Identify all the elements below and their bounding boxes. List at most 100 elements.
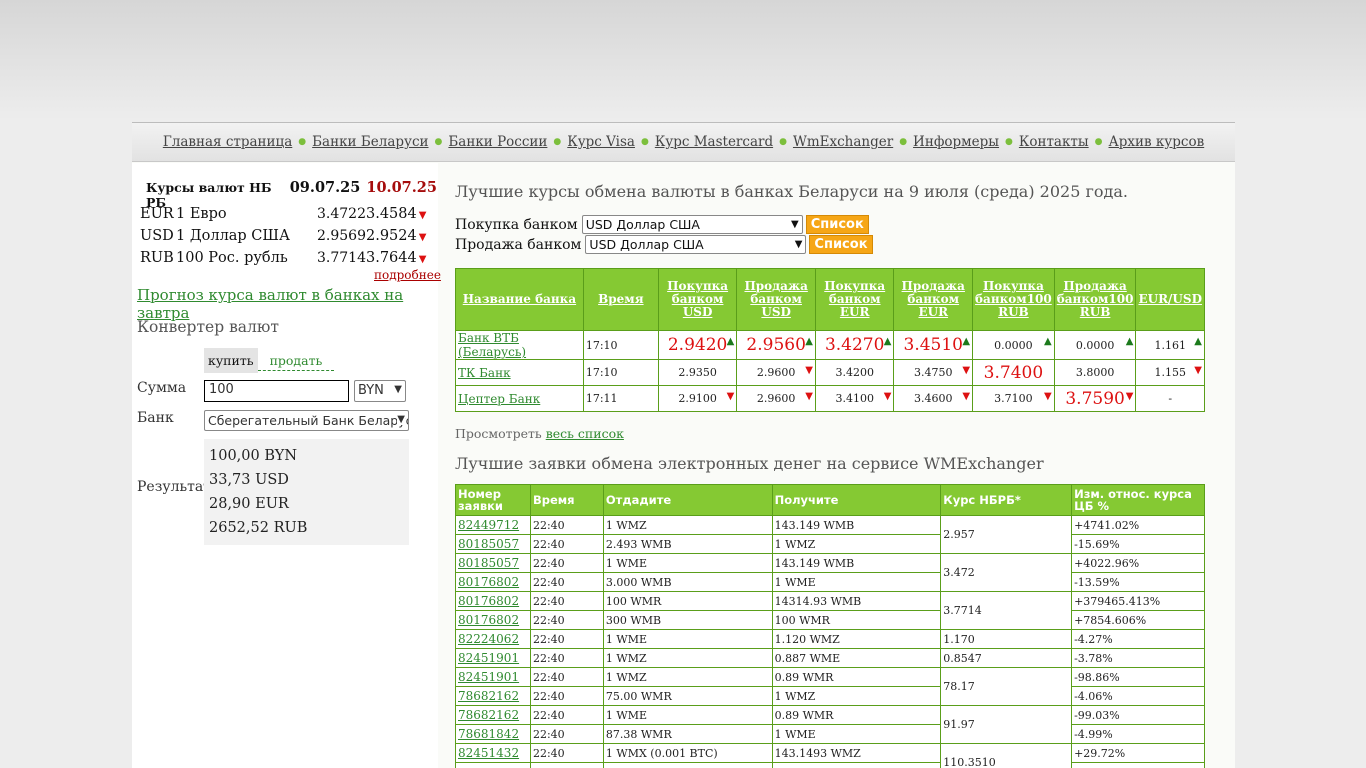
rate-cell: 2.9100 ▼ (657, 385, 738, 412)
tab-sell[interactable]: продать (257, 352, 335, 371)
time-cell: 22:40 (529, 572, 604, 592)
chevron-down-icon: ▼ (394, 384, 402, 395)
bank-link[interactable]: ТК Банк (458, 366, 511, 380)
nbrb-value-next: 3.7644 ▼ (366, 250, 426, 266)
order-link[interactable]: 82449712 (458, 518, 519, 532)
order-id-cell: 82451432 (455, 743, 531, 763)
rate-value: 2.9560 (746, 335, 806, 355)
order-link[interactable]: 82451432 (458, 746, 519, 760)
forecast-link[interactable]: Прогноз курса валют в банках на завтра (137, 286, 438, 322)
nbrb-rate-cell: 2.957 (940, 515, 1073, 554)
order-link[interactable]: 78681842 (458, 727, 519, 741)
arrow-up-icon: ▲ (1125, 336, 1134, 347)
nav-link[interactable]: Курс Mastercard (655, 134, 773, 150)
nav-link[interactable]: Главная страница (163, 134, 292, 150)
order-link[interactable]: 80176802 (458, 594, 519, 608)
arrow-down-icon: ▼ (962, 391, 971, 402)
time-cell: 22:40 (529, 610, 604, 630)
give-cell: 87.38 WMR (602, 724, 773, 744)
sell-list-button[interactable]: Список (809, 235, 873, 254)
buy-list-button[interactable]: Список (805, 215, 869, 234)
nbrb-rate-cell: 110.3510 (940, 743, 1073, 768)
view-all-link[interactable]: весь список (546, 426, 624, 441)
rates-column-header[interactable]: Время (582, 268, 659, 331)
arrow-down-icon: ▼ (726, 391, 735, 402)
rates-column-header[interactable]: Продажа банком USD (736, 268, 816, 331)
change-cell: -4.06% (1071, 686, 1205, 706)
currency-select[interactable]: BYN ▼ (354, 380, 406, 402)
amount-input[interactable]: 100 (204, 380, 349, 402)
wm-exchange-table: Номер заявки Время Отдадите Получите Курс НБ… (455, 484, 1205, 768)
nbrb-row: RUB 100 Рос. рубль 3.7714 3.7644 ▼ (137, 247, 437, 269)
buy-currency-value: USD Доллар США (585, 217, 700, 232)
page-title: Лучшие курсы обмена валюты в банках Бела… (455, 182, 1128, 201)
buy-currency-select[interactable]: USD Доллар США ▼ (581, 215, 803, 234)
arrow-down-icon: ▼ (418, 232, 427, 243)
nav-link[interactable]: WmExchanger (793, 134, 893, 150)
nbrb-more-link[interactable]: подробнее (374, 268, 441, 282)
nav-separator-dot: ● (553, 137, 562, 147)
nbrb-value-next: 2.9524 ▼ (366, 228, 426, 244)
nav-link[interactable]: Информеры (913, 134, 999, 150)
time-cell: 22:40 (529, 743, 604, 763)
tab-buy[interactable]: купить (204, 348, 258, 373)
rates-column-header[interactable]: Покупка банком USD (657, 268, 738, 331)
get-cell: 14314.93 WMB (771, 591, 942, 611)
order-link[interactable]: 78682162 (458, 689, 519, 703)
nbrb-code: RUB (140, 250, 174, 266)
give-cell: 1 WMZ (602, 667, 773, 687)
change-cell: -3.78% (1071, 648, 1205, 668)
nav-link[interactable]: Курс Visa (567, 134, 635, 150)
change-cell: +379465.413% (1071, 591, 1205, 611)
time-cell: 22:40 (529, 648, 604, 668)
rate-cell: 3.4270 ▲ (814, 330, 895, 360)
order-link[interactable]: 82224062 (458, 632, 519, 646)
rate-value: - (1168, 392, 1173, 405)
rates-column-header[interactable]: EUR/USD (1135, 268, 1205, 331)
result-eur: 28,90 EUR (209, 496, 289, 512)
order-id-cell (455, 762, 531, 768)
nav-link[interactable]: Контакты (1019, 134, 1089, 150)
order-id-cell: 80176802 (455, 610, 531, 630)
order-link[interactable]: 80185057 (458, 537, 519, 551)
table-row: 80176802 22:40 3.000 WMB 1 WME -13.59% (455, 572, 1205, 592)
rates-column-header[interactable]: Покупка банком EUR (814, 268, 895, 331)
bank-link[interactable]: Цептер Банк (458, 392, 540, 406)
order-link[interactable]: 80176802 (458, 575, 519, 589)
order-link[interactable]: 78682162 (458, 708, 519, 722)
time-cell: 22:40 (529, 629, 604, 649)
give-cell: 1 WMZ (602, 515, 773, 535)
rate-cell: 0.0000 ▲ (1053, 330, 1137, 360)
time-cell: 22:40 (529, 724, 604, 744)
rates-column-header[interactable]: Покупка банком100 RUB (972, 268, 1055, 331)
result-rub: 2652,52 RUB (209, 520, 308, 536)
get-cell: 1 WME (771, 572, 942, 592)
rates-column-header[interactable]: Название банка (455, 268, 584, 331)
order-link[interactable]: 80176802 (458, 613, 519, 627)
get-cell: 100 WMR (771, 610, 942, 630)
give-cell: 300 WMB (602, 610, 773, 630)
order-link[interactable]: 82451901 (458, 670, 519, 684)
give-cell: 1 WMZ (602, 648, 773, 668)
nav-link[interactable]: Банки России (448, 134, 547, 150)
give-cell: 100 WMR (602, 591, 773, 611)
sell-currency-select[interactable]: USD Доллар США ▼ (585, 235, 807, 254)
rates-column-header[interactable]: Продажа банком100 RUB (1053, 268, 1137, 331)
bank-name-cell: Цептер Банк (455, 385, 584, 412)
rate-value: 3.4200 (835, 366, 874, 379)
table-row (455, 762, 1205, 768)
rate-value: 3.8000 (1075, 366, 1115, 379)
bank-link[interactable]: Банк ВТБ (Беларусь) (458, 331, 526, 359)
nbrb-rates-widget: Курсы валют НБ РБ 09.07.25 10.07.25 EUR 1… (137, 179, 437, 269)
wm-column-header: Номер заявки (455, 484, 531, 516)
nbrb-rate-cell: 0.8547 (940, 648, 1073, 668)
order-link[interactable]: 82451901 (458, 651, 519, 665)
converter-tabs: купить продать (204, 348, 335, 373)
rates-column-header[interactable]: Продажа банком EUR (893, 268, 974, 331)
nav-link[interactable]: Архив курсов (1109, 134, 1205, 150)
bank-select[interactable]: Сберегательный Банк Беларусбанк▼ (204, 410, 409, 431)
wm-column-header: Отдадите (602, 484, 773, 516)
time-cell: 22:40 (529, 705, 604, 725)
nav-link[interactable]: Банки Беларуси (312, 134, 428, 150)
order-link[interactable]: 80185057 (458, 556, 519, 570)
